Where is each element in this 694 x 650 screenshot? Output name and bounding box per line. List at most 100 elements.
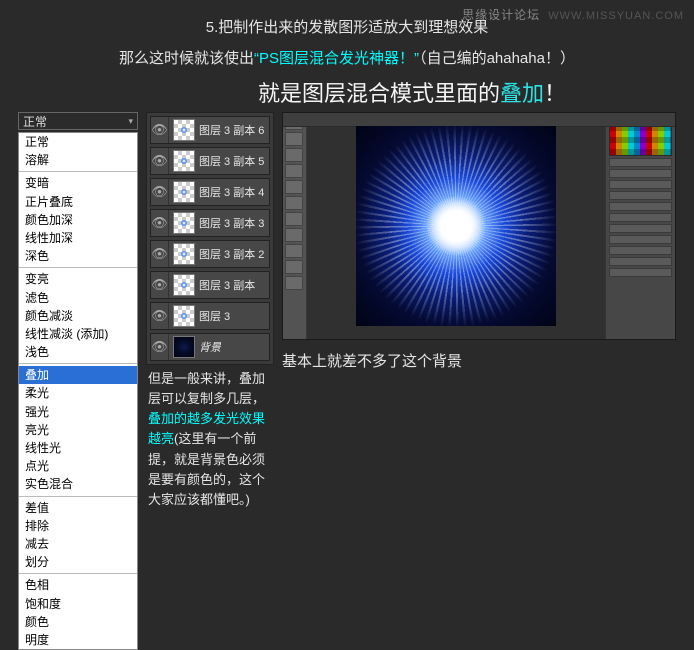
layer-row[interactable]: 👁 图层 3 副本 2 [150,240,270,268]
tool-icon[interactable] [285,276,303,290]
preview-caption: 基本上就差不多了这个背景 [282,350,676,371]
blend-item[interactable]: 亮光 [19,421,137,439]
panel-row[interactable] [609,180,672,189]
divider [19,573,137,574]
tool-icon[interactable] [285,196,303,210]
tool-icon[interactable] [285,260,303,274]
layer-thumb [173,119,195,141]
blend-mode-select[interactable]: 正常 ▾ [18,112,138,130]
layer-thumb [173,243,195,265]
blend-item[interactable]: 变暗 [19,174,137,192]
tool-icon[interactable] [285,180,303,194]
eye-icon[interactable]: 👁 [151,303,169,329]
layer-name: 图层 3 [199,308,230,324]
instruction-line2: 那么这时候就该使出“PS图层混合发光神器！”（自己编的ahahaha！） [0,37,694,68]
blend-item[interactable]: 溶解 [19,151,137,169]
blend-item[interactable]: 实色混合 [19,475,137,493]
tool-icon[interactable] [285,164,303,178]
divider [19,171,137,172]
panel-row[interactable] [609,268,672,277]
layer-thumb [173,181,195,203]
line3-b: ！ [544,81,566,106]
layers-column: 👁 图层 3 副本 6 👁 图层 3 副本 5 👁 图层 3 副本 4 👁 图层… [146,112,274,510]
panel-row[interactable] [609,191,672,200]
blend-item[interactable]: 划分 [19,553,137,571]
layer-row[interactable]: 👁 图层 3 副本 [150,271,270,299]
divider [19,363,137,364]
eye-icon[interactable]: 👁 [151,179,169,205]
layer-thumb [173,305,195,327]
eye-icon[interactable]: 👁 [151,210,169,236]
layer-thumb [173,336,195,358]
eye-icon[interactable]: 👁 [151,241,169,267]
tool-icon[interactable] [285,132,303,146]
tool-icon[interactable] [285,244,303,258]
layer-thumb [173,274,195,296]
blend-item[interactable]: 正常 [19,133,137,151]
note-t1: 但是一般来讲，叠加层可以复制多几层， [148,371,265,406]
blend-current: 正常 [23,113,47,130]
blend-item[interactable]: 强光 [19,403,137,421]
line2-b: （自己编的ahahaha！） [419,50,575,67]
layer-row[interactable]: 👁 图层 3 [150,302,270,330]
tool-icon[interactable] [285,212,303,226]
tool-icon[interactable] [285,228,303,242]
layers-panel: 👁 图层 3 副本 6 👁 图层 3 副本 5 👁 图层 3 副本 4 👁 图层… [146,112,274,365]
layer-row[interactable]: 👁 图层 3 副本 6 [150,116,270,144]
blend-item[interactable]: 深色 [19,247,137,265]
blend-item[interactable]: 色相 [19,576,137,594]
blend-item[interactable]: 差值 [19,499,137,517]
layer-row[interactable]: 👁 图层 3 副本 3 [150,209,270,237]
blend-item[interactable]: 减去 [19,535,137,553]
panel-row[interactable] [609,158,672,167]
watermark: 思缘设计论坛 WWW.MISSYUAN.COM [462,6,684,23]
eye-icon[interactable]: 👁 [151,148,169,174]
blend-item[interactable]: 线性减淡 (添加) [19,325,137,343]
blend-item[interactable]: 线性光 [19,439,137,457]
panel-row[interactable] [609,257,672,266]
blend-item[interactable]: 线性加深 [19,229,137,247]
ps-toolbar [283,113,307,339]
chevron-down-icon: ▾ [128,116,133,127]
blend-item[interactable]: 饱和度 [19,595,137,613]
blend-item[interactable]: 滤色 [19,289,137,307]
panel-row[interactable] [609,235,672,244]
layer-row[interactable]: 👁 图层 3 副本 5 [150,147,270,175]
blend-item-selected[interactable]: 叠加 [19,366,137,384]
side-note: 但是一般来讲，叠加层可以复制多几层，叠加的越多发光效果越亮(这里有一个前提，就是… [146,365,274,510]
eye-icon[interactable]: 👁 [151,117,169,143]
blend-item[interactable]: 点光 [19,457,137,475]
line3-em: 叠加 [500,81,544,106]
panel-row[interactable] [609,202,672,211]
layer-row[interactable]: 👁 背景 [150,333,270,361]
panel-row[interactable] [609,169,672,178]
blend-item[interactable]: 颜色减淡 [19,307,137,325]
blend-item[interactable]: 明度 [19,631,137,649]
divider [19,496,137,497]
panel-row[interactable] [609,213,672,222]
photoshop-window [282,112,676,340]
light-core [426,196,486,256]
blend-item[interactable]: 颜色 [19,613,137,631]
divider [19,267,137,268]
canvas-area[interactable] [307,113,605,339]
ps-panels-right [605,113,675,339]
blend-item[interactable]: 正片叠底 [19,193,137,211]
blend-item[interactable]: 排除 [19,517,137,535]
blend-item[interactable]: 浅色 [19,343,137,361]
blend-item[interactable]: 颜色加深 [19,211,137,229]
layer-name: 图层 3 副本 2 [199,246,264,262]
blend-item[interactable]: 变亮 [19,270,137,288]
layer-name: 图层 3 副本 [199,277,255,293]
preview-column: 基本上就差不多了这个背景 [282,112,676,371]
layer-name: 图层 3 副本 5 [199,153,264,169]
panel-row[interactable] [609,224,672,233]
eye-icon[interactable]: 👁 [151,334,169,360]
layer-row[interactable]: 👁 图层 3 副本 4 [150,178,270,206]
blend-item[interactable]: 柔光 [19,384,137,402]
watermark-site: 思缘设计论坛 [462,8,540,22]
tool-icon[interactable] [285,148,303,162]
panel-row[interactable] [609,246,672,255]
eye-icon[interactable]: 👁 [151,272,169,298]
canvas-preview [356,126,556,326]
